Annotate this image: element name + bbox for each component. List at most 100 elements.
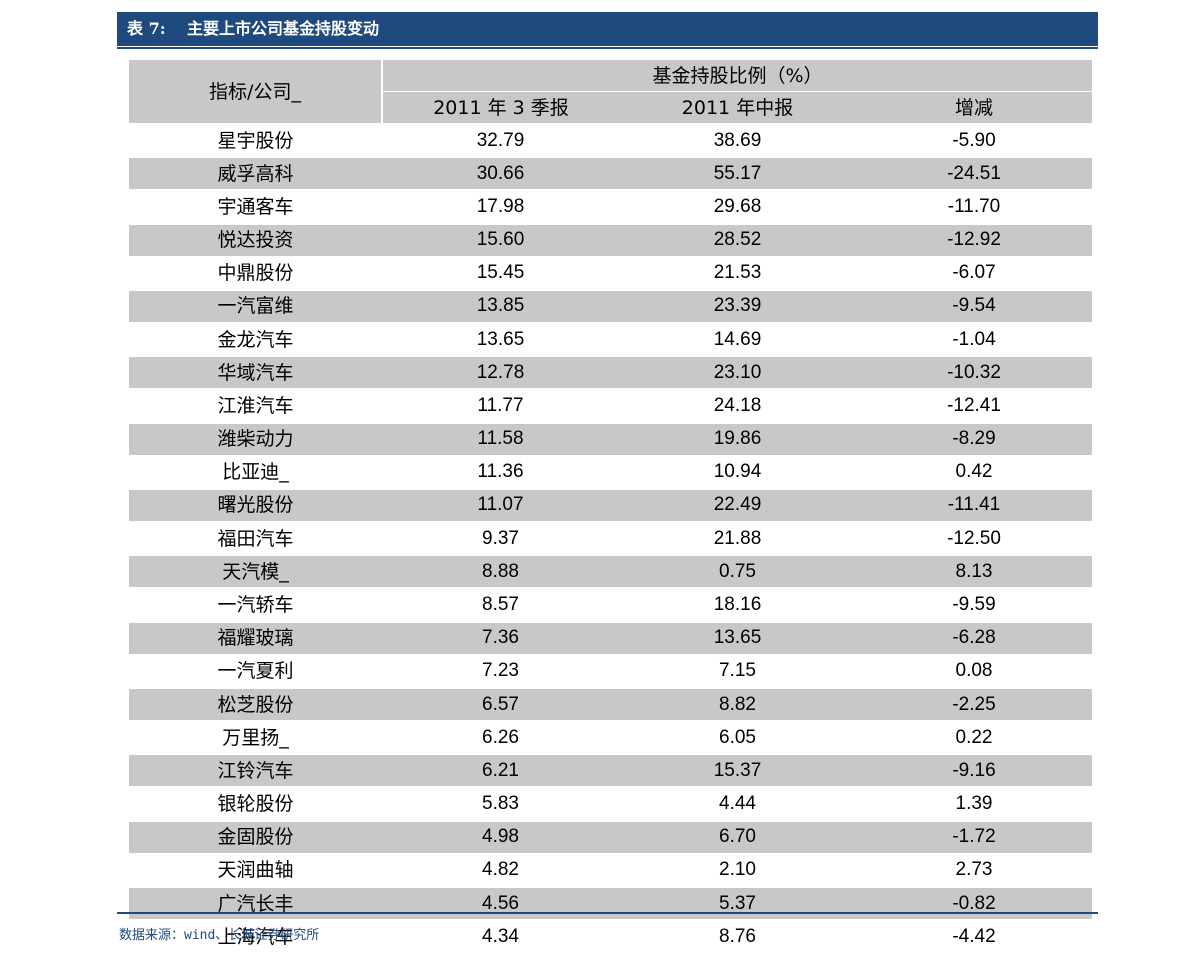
- column-header-q3: 2011 年 3 季报: [382, 91, 619, 125]
- mid-value-cell: 7.15: [619, 653, 856, 688]
- mid-value-cell: 15.37: [619, 753, 856, 788]
- table-row: 威孚高科 30.66 55.17 -24.51: [129, 156, 1093, 191]
- company-cell: 星宇股份: [129, 122, 382, 158]
- mid-value-cell: 10.94: [619, 454, 856, 489]
- footer-divider: [117, 912, 1098, 914]
- column-header-change: 增减: [856, 91, 1093, 125]
- q3-value-cell: 32.79: [382, 122, 619, 158]
- table-row: 金龙汽车 13.65 14.69 -1.04: [129, 322, 1093, 357]
- group-header: 基金持股比例（%）: [382, 60, 1093, 92]
- q3-value-cell: 4.34: [382, 919, 619, 953]
- mid-value-cell: 6.05: [619, 720, 856, 755]
- change-value-cell: 0.22: [856, 720, 1093, 755]
- q3-value-cell: 4.82: [382, 852, 619, 887]
- company-cell: 江淮汽车: [129, 388, 382, 423]
- company-cell: 潍柴动力: [129, 421, 382, 456]
- table-number: 表 7:: [127, 19, 166, 38]
- table-row: 福田汽车 9.37 21.88 -12.50: [129, 521, 1093, 556]
- table-row: 福耀玻璃 7.36 13.65 -6.28: [129, 620, 1093, 655]
- company-cell: 华域汽车: [129, 355, 382, 390]
- q3-value-cell: 7.23: [382, 653, 619, 688]
- change-value-cell: -12.41: [856, 388, 1093, 423]
- table-row: 金固股份 4.98 6.70 -1.72: [129, 819, 1093, 854]
- change-value-cell: -9.54: [856, 288, 1093, 324]
- table-row: 天汽模_ 8.88 0.75 8.13: [129, 554, 1093, 589]
- mid-value-cell: 4.44: [619, 786, 856, 821]
- company-cell: 天汽模_: [129, 554, 382, 589]
- q3-value-cell: 6.26: [382, 720, 619, 755]
- q3-value-cell: 15.45: [382, 255, 619, 290]
- mid-value-cell: 23.10: [619, 355, 856, 390]
- mid-value-cell: 22.49: [619, 487, 856, 523]
- column-header-mid: 2011 年中报: [619, 91, 856, 125]
- table-row: 天润曲轴 4.82 2.10 2.73: [129, 852, 1093, 887]
- table-row: 华域汽车 12.78 23.10 -10.32: [129, 355, 1093, 390]
- q3-value-cell: 8.88: [382, 554, 619, 589]
- change-value-cell: -10.32: [856, 355, 1093, 390]
- change-value-cell: 2.73: [856, 852, 1093, 887]
- q3-value-cell: 11.77: [382, 388, 619, 423]
- q3-value-cell: 11.58: [382, 421, 619, 456]
- change-value-cell: -9.59: [856, 587, 1093, 622]
- table-row: 一汽夏利 7.23 7.15 0.08: [129, 653, 1093, 688]
- q3-value-cell: 17.98: [382, 189, 619, 224]
- source-note: 数据来源：wind、长城证券研究所: [119, 928, 320, 943]
- change-value-cell: -11.70: [856, 189, 1093, 224]
- table-body: 星宇股份 32.79 38.69 -5.90 威孚高科 30.66 55.17 -24.51 宇…: [129, 122, 1093, 953]
- q3-value-cell: 8.57: [382, 587, 619, 622]
- table-row: 星宇股份 32.79 38.69 -5.90: [129, 122, 1093, 158]
- company-cell: 金龙汽车: [129, 322, 382, 357]
- company-cell: 万里扬_: [129, 720, 382, 755]
- company-cell: 广汽长丰: [129, 885, 382, 921]
- company-cell: 福田汽车: [129, 521, 382, 556]
- q3-value-cell: 4.98: [382, 819, 619, 854]
- q3-value-cell: 12.78: [382, 355, 619, 390]
- change-value-cell: -12.50: [856, 521, 1093, 556]
- company-cell: 中鼎股份: [129, 255, 382, 290]
- q3-value-cell: 4.56: [382, 885, 619, 921]
- corner-header: 指标/公司_: [129, 60, 383, 125]
- company-cell: 宇通客车: [129, 189, 382, 224]
- q3-value-cell: 13.85: [382, 288, 619, 324]
- q3-value-cell: 6.21: [382, 753, 619, 788]
- mid-value-cell: 21.53: [619, 255, 856, 290]
- q3-value-cell: 5.83: [382, 786, 619, 821]
- table-row: 曙光股份 11.07 22.49 -11.41: [129, 487, 1093, 523]
- q3-value-cell: 9.37: [382, 521, 619, 556]
- mid-value-cell: 23.39: [619, 288, 856, 324]
- change-value-cell: -11.41: [856, 487, 1093, 523]
- company-cell: 一汽轿车: [129, 587, 382, 622]
- change-value-cell: 8.13: [856, 554, 1093, 589]
- q3-value-cell: 11.07: [382, 487, 619, 523]
- mid-value-cell: 2.10: [619, 852, 856, 887]
- change-value-cell: -5.90: [856, 122, 1093, 158]
- table-row: 松芝股份 6.57 8.82 -2.25: [129, 686, 1093, 722]
- title-divider: [117, 47, 1098, 49]
- table-row: 银轮股份 5.83 4.44 1.39: [129, 786, 1093, 821]
- mid-value-cell: 28.52: [619, 222, 856, 257]
- q3-value-cell: 13.65: [382, 322, 619, 357]
- mid-value-cell: 38.69: [619, 122, 856, 158]
- mid-value-cell: 8.82: [619, 686, 856, 722]
- company-cell: 天润曲轴: [129, 852, 382, 887]
- company-cell: 金固股份: [129, 819, 382, 854]
- q3-value-cell: 15.60: [382, 222, 619, 257]
- company-cell: 一汽夏利: [129, 653, 382, 688]
- mid-value-cell: 8.76: [619, 919, 856, 953]
- table-row: 比亚迪_ 11.36 10.94 0.42: [129, 454, 1093, 489]
- change-value-cell: -24.51: [856, 156, 1093, 191]
- company-cell: 威孚高科: [129, 156, 382, 191]
- company-cell: 曙光股份: [129, 487, 382, 523]
- table-row: 中鼎股份 15.45 21.53 -6.07: [129, 255, 1093, 290]
- q3-value-cell: 6.57: [382, 686, 619, 722]
- table-row: 一汽富维 13.85 23.39 -9.54: [129, 288, 1093, 324]
- table-row: 悦达投资 15.60 28.52 -12.92: [129, 222, 1093, 257]
- header-row-group: 指标/公司_ 基金持股比例（%）: [129, 60, 1093, 125]
- change-value-cell: 0.42: [856, 454, 1093, 489]
- table-title: 主要上市公司基金持股变动: [187, 19, 380, 38]
- change-value-cell: -6.28: [856, 620, 1093, 655]
- change-value-cell: -6.07: [856, 255, 1093, 290]
- table-row: 广汽长丰 4.56 5.37 -0.82: [129, 885, 1093, 921]
- change-value-cell: -1.04: [856, 322, 1093, 357]
- mid-value-cell: 29.68: [619, 189, 856, 224]
